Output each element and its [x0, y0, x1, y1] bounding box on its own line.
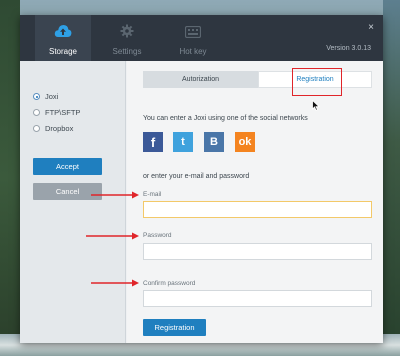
tab-storage[interactable]: Storage — [35, 15, 91, 61]
tab-storage-label: Storage — [48, 47, 78, 56]
top-navigation: Storage Settings Hot key × Version 3.0.1… — [20, 15, 383, 61]
annotation-highlight-box — [292, 68, 342, 96]
radio-label: Dropbox — [45, 124, 74, 133]
background-left — [0, 0, 20, 356]
radio-joxi[interactable]: Joxi — [33, 92, 58, 101]
confirm-password-label: Confirm password — [143, 280, 196, 287]
tab-hot-key-label: Hot key — [179, 47, 207, 56]
accept-button[interactable]: Accept — [33, 158, 102, 175]
radio-circle — [33, 93, 40, 100]
cloud-upload-icon — [54, 24, 72, 43]
password-field[interactable] — [143, 243, 372, 260]
radio-label: Joxi — [45, 92, 59, 101]
background-right — [383, 0, 400, 356]
confirm-password-field[interactable] — [143, 290, 372, 307]
radio-ftp-sftp[interactable]: FTP\SFTP — [33, 108, 80, 117]
password-label: Password — [143, 232, 172, 239]
tab-settings-label: Settings — [112, 47, 142, 56]
tab-hot-key[interactable]: Hot key — [165, 15, 221, 61]
social-login-text: You can enter a Joxi using one of the so… — [143, 115, 308, 122]
keyboard-icon — [184, 25, 202, 43]
settings-window: Storage Settings Hot key × Version 3.0.1… — [20, 15, 383, 343]
tab-authorization[interactable]: Autorization — [143, 71, 258, 88]
storage-options-panel: Joxi FTP\SFTP Dropbox Accept Cancel — [20, 61, 126, 343]
twitter-icon[interactable]: t — [173, 132, 193, 152]
annotation-arrow-confirm — [91, 279, 139, 287]
radio-circle — [33, 125, 40, 132]
vk-icon[interactable]: B — [204, 132, 224, 152]
close-icon[interactable]: × — [368, 23, 374, 33]
radio-label: FTP\SFTP — [45, 108, 81, 117]
odnoklassniki-icon[interactable]: ok — [235, 132, 255, 152]
email-login-text: or enter your e-mail and password — [143, 173, 250, 180]
mouse-cursor-icon — [312, 98, 321, 116]
tab-settings[interactable]: Settings — [99, 15, 155, 61]
radio-circle — [33, 109, 40, 116]
email-field[interactable] — [143, 201, 372, 218]
annotation-arrow-email — [91, 191, 139, 199]
registration-button[interactable]: Registration — [143, 319, 206, 336]
annotation-arrow-password — [86, 232, 139, 240]
email-label: E-mail — [143, 191, 162, 198]
facebook-icon[interactable]: f — [143, 132, 163, 152]
gear-icon — [120, 24, 134, 43]
registration-panel: Autorization Registration You can enter … — [127, 61, 383, 343]
version-label: Version 3.0.13 — [326, 45, 371, 52]
radio-dropbox[interactable]: Dropbox — [33, 124, 73, 133]
